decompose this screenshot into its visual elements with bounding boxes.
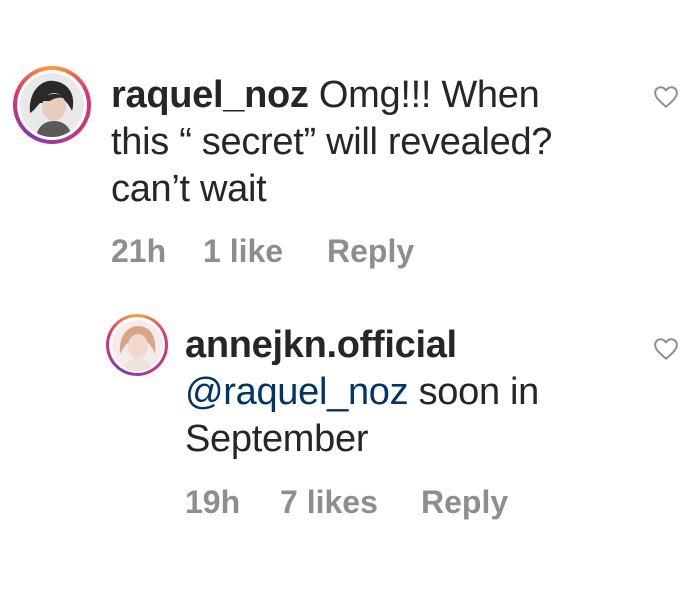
comment-line: @raquel_noz soon in [185, 369, 645, 416]
comment-meta: 19h 7 likes Reply [185, 484, 508, 521]
comment-username[interactable]: annejkn.official [185, 324, 457, 366]
reply-button[interactable]: Reply [327, 233, 414, 270]
comment-text: this “ secret” will revealed? [111, 121, 553, 163]
comment-username[interactable]: raquel_noz [111, 74, 309, 116]
comment-line: raquel_noz Omg!!! When [111, 72, 651, 119]
comment-item: raquel_noz Omg!!! When this “ secret” wi… [0, 0, 700, 290]
user-photo-icon [111, 319, 163, 371]
comment-line: annejkn.official [185, 322, 645, 369]
avatar-photo [111, 319, 163, 371]
comment-text: September [185, 418, 369, 460]
user-photo-icon [20, 73, 84, 137]
comment-timestamp: 19h [185, 484, 241, 520]
comment-likes-count[interactable]: 1 like [203, 233, 327, 270]
comment-line: can’t wait [111, 166, 651, 213]
comment-text: soon in [408, 371, 540, 413]
comment-text: can’t wait [111, 168, 267, 210]
comment-likes-count[interactable]: 7 likes [280, 484, 421, 521]
avatar[interactable] [13, 66, 91, 144]
comment-body: raquel_noz Omg!!! When this “ secret” wi… [111, 72, 651, 213]
heart-outline-icon[interactable] [653, 337, 679, 361]
comment-meta: 21h 1 like Reply [111, 233, 414, 270]
mention-link[interactable]: @raquel_noz [185, 371, 409, 413]
comment-body: annejkn.official @raquel_noz soon in Sep… [185, 322, 645, 463]
comment-text: Omg!!! When [318, 74, 540, 116]
reply-button[interactable]: Reply [421, 484, 508, 521]
avatar[interactable] [106, 314, 168, 376]
comment-line: September [185, 416, 645, 463]
comment-line: this “ secret” will revealed? [111, 119, 651, 166]
avatar-photo [20, 73, 84, 137]
reply-comment-item: annejkn.official @raquel_noz soon in Sep… [0, 290, 700, 600]
comment-timestamp: 21h [111, 233, 167, 269]
heart-outline-icon[interactable] [653, 85, 679, 109]
